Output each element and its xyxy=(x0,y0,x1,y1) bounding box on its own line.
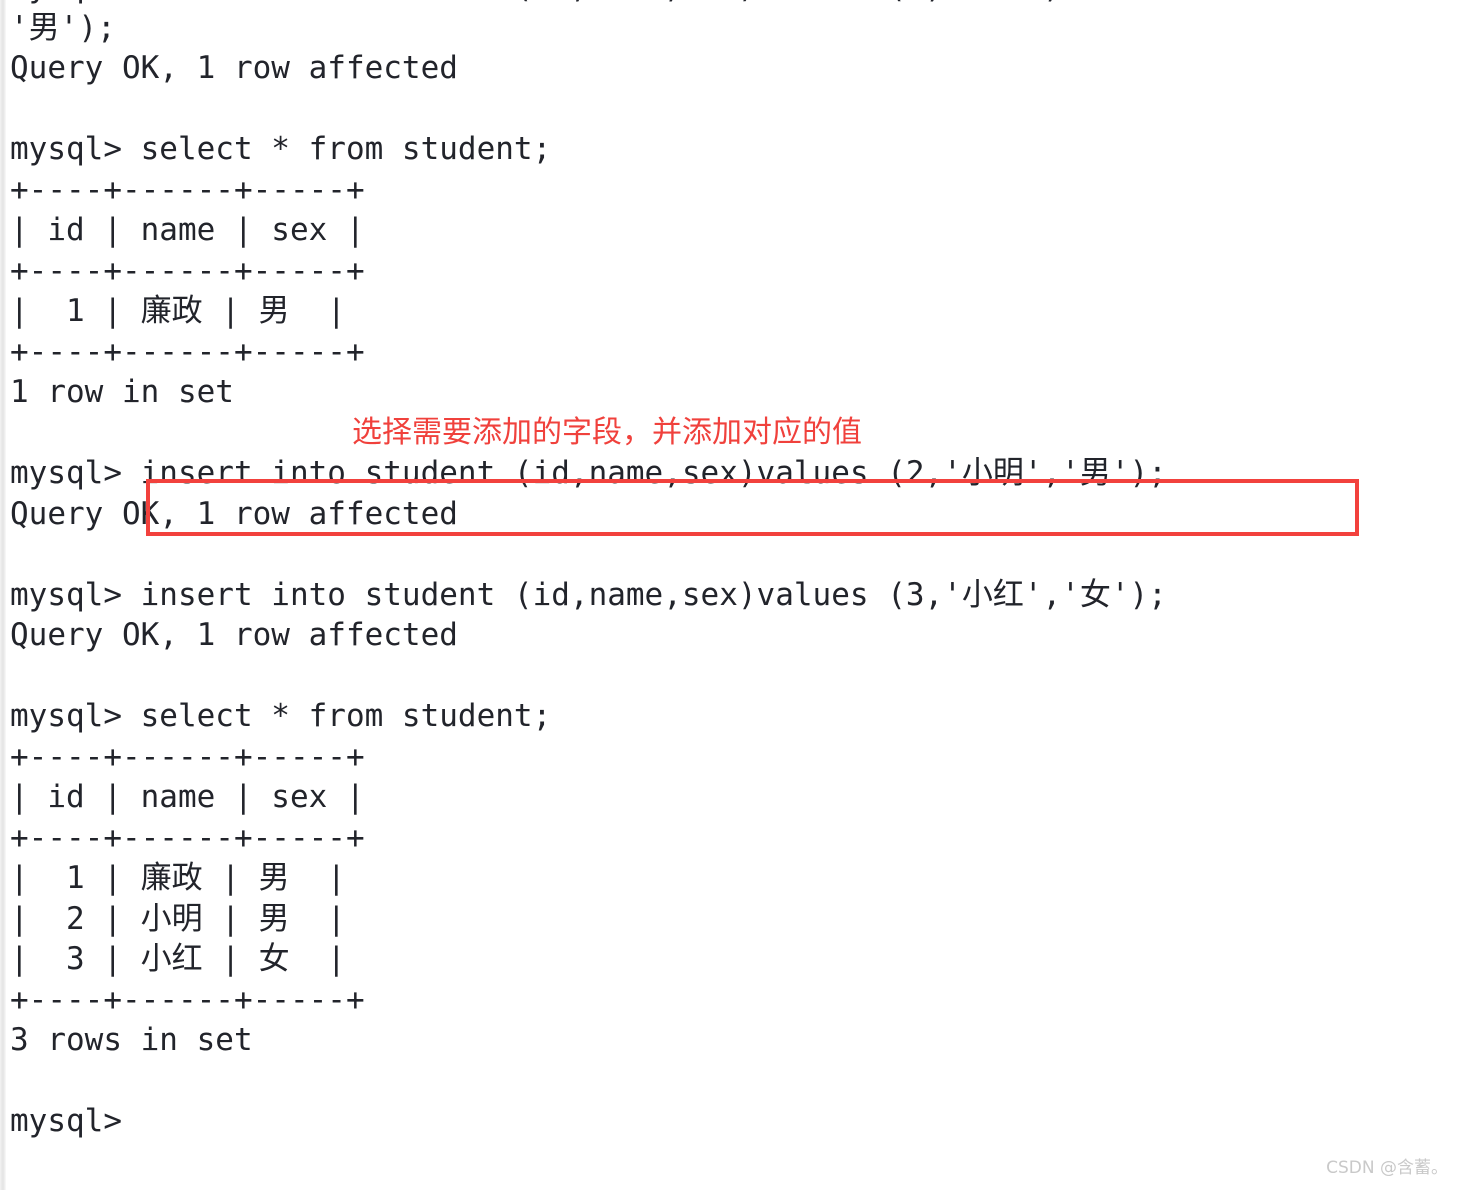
terminal-line: Query OK, 1 row affected xyxy=(10,617,458,653)
terminal-line: mysql> insert into student (id,name,sex)… xyxy=(10,0,1450,8)
terminal-line: | 2 | 小明 | 男 | xyxy=(10,900,346,937)
terminal-line: '男'); xyxy=(10,9,116,46)
terminal-line: | 1 | 廉政 | 男 | xyxy=(10,293,346,329)
terminal-line: | id | name | sex | xyxy=(10,779,365,815)
terminal-line: Query OK, 1 row affected xyxy=(10,495,458,532)
terminal-line: +----+------+-----+ xyxy=(10,738,365,775)
terminal-line: | 3 | 小红 | 女 | xyxy=(10,941,346,977)
terminal-line: mysql> select * from student; xyxy=(10,131,552,167)
terminal-line: mysql> insert into student (id,name,sex)… xyxy=(10,455,1167,491)
terminal-line: mysql> insert into student (id,name,sex)… xyxy=(10,576,1167,613)
terminal-line: +----+------+-----+ xyxy=(10,333,365,370)
annotation-text: 选择需要添加的字段，并添加对应的值 xyxy=(352,415,862,450)
terminal-line: 3 rows in set xyxy=(10,1022,253,1058)
terminal-line: +----+------+-----+ xyxy=(10,981,365,1018)
terminal-line: +----+------+-----+ xyxy=(10,171,365,208)
terminal-line: +----+------+-----+ xyxy=(10,819,365,856)
terminal-line: mysql> xyxy=(10,1103,122,1139)
terminal-line: Query OK, 1 row affected xyxy=(10,50,458,86)
terminal-line: | 1 | 廉政 | 男 | xyxy=(10,860,346,896)
terminal-line: | id | name | sex | xyxy=(10,212,365,248)
terminal-console: mysql> insert into student (id,name,sex)… xyxy=(10,0,1450,1142)
terminal-line: mysql> select * from student; xyxy=(10,698,552,734)
terminal-line: 1 row in set xyxy=(10,374,234,410)
mysql-terminal-output: mysql> insert into student (id,name,sex)… xyxy=(0,0,1462,1190)
terminal-line: +----+------+-----+ xyxy=(10,252,365,289)
code-block-left-border xyxy=(0,0,6,1190)
watermark: CSDN @含蓄。 xyxy=(1326,1158,1448,1178)
